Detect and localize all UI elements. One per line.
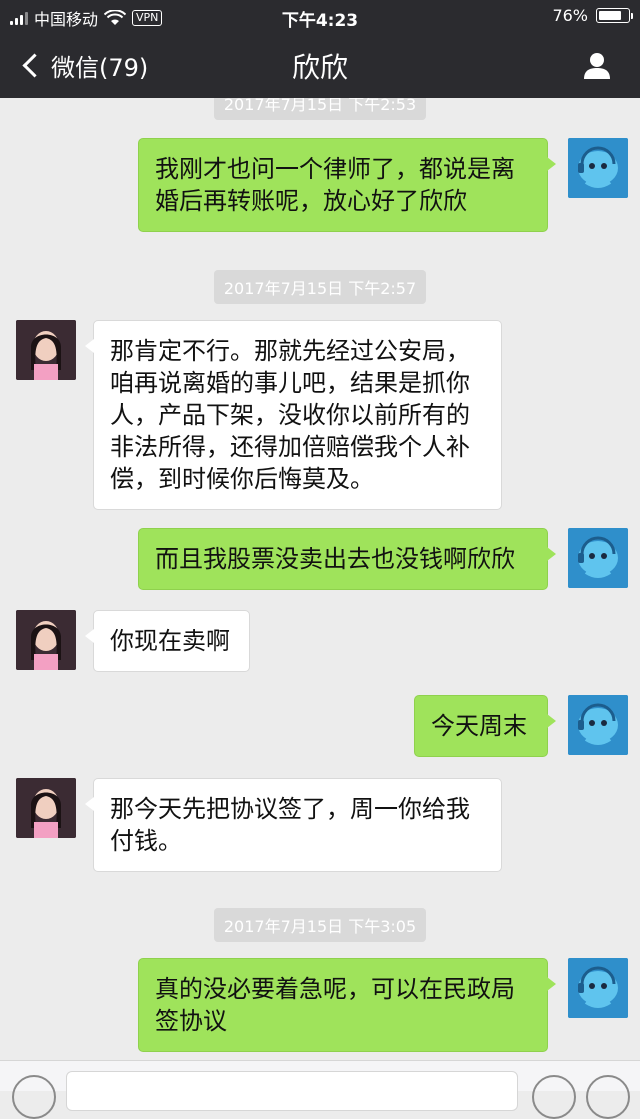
avatar-me[interactable]: [568, 138, 628, 198]
timestamp-label: 2017年7月15日 下午2:53: [213, 98, 427, 120]
message-bubble-theirs[interactable]: 那今天先把协议签了，周一你给我付钱。: [85, 778, 502, 872]
mascot-avatar-icon: [568, 528, 628, 588]
emoji-button[interactable]: [532, 1075, 576, 1119]
voice-button[interactable]: [12, 1075, 56, 1119]
clock: 下午4:23: [281, 11, 359, 31]
timestamp: 2017年7月15日 下午2:53: [0, 98, 640, 120]
avatar-me[interactable]: [568, 528, 628, 588]
timestamp-label: 2017年7月15日 下午3:05: [213, 908, 427, 942]
message-bubble-mine[interactable]: 今天周末: [414, 695, 556, 757]
message-bubble-mine[interactable]: 而且我股票没卖出去也没钱啊欣欣: [138, 528, 556, 590]
status-right: 76%: [552, 6, 633, 25]
profile-icon[interactable]: [582, 50, 612, 80]
girl-photo-avatar: [16, 778, 76, 838]
message-bubble-theirs[interactable]: 你现在卖啊: [85, 610, 250, 672]
girl-photo-avatar: [16, 610, 76, 670]
timestamp-label: 2017年7月15日 下午2:57: [213, 270, 427, 304]
mascot-avatar-icon: [568, 958, 628, 1018]
avatar-contact[interactable]: [16, 610, 76, 670]
battery-icon: [596, 8, 633, 23]
page-title: 欣欣: [291, 51, 348, 84]
nav-bar: 微信(79) 欣欣: [0, 30, 640, 98]
girl-photo-avatar: [16, 320, 76, 380]
avatar-contact[interactable]: [16, 320, 76, 380]
top-bar: 中国移动 VPN 下午4:23 76% 微信(79) 欣欣: [0, 0, 640, 98]
battery-percent: 76%: [552, 6, 588, 25]
timestamp: 2017年7月15日 下午2:57: [0, 270, 640, 304]
input-bar: [0, 1060, 640, 1119]
mascot-avatar-icon: [568, 138, 628, 198]
message-bubble-mine[interactable]: 我刚才也问一个律师了，都说是离婚后再转账呢，放心好了欣欣: [138, 138, 556, 232]
timestamp: 2017年7月15日 下午3:05: [0, 908, 640, 942]
mascot-avatar-icon: [568, 695, 628, 755]
message-bubble-theirs[interactable]: 那肯定不行。那就先经过公安局，咱再说离婚的事儿吧，结果是抓你人，产品下架，没收你…: [85, 320, 502, 510]
avatar-me[interactable]: [568, 958, 628, 1018]
message-bubble-mine[interactable]: 真的没必要着急呢，可以在民政局签协议: [138, 958, 556, 1052]
avatar-contact[interactable]: [16, 778, 76, 838]
chat-area[interactable]: 2017年7月15日 下午2:53 我刚才也问一个律师了，都说是离婚后再转账呢，…: [0, 98, 640, 1060]
avatar-me[interactable]: [568, 695, 628, 755]
status-bar: 中国移动 VPN 下午4:23 76%: [0, 0, 640, 31]
message-input[interactable]: [66, 1071, 518, 1111]
add-button[interactable]: [586, 1075, 630, 1119]
